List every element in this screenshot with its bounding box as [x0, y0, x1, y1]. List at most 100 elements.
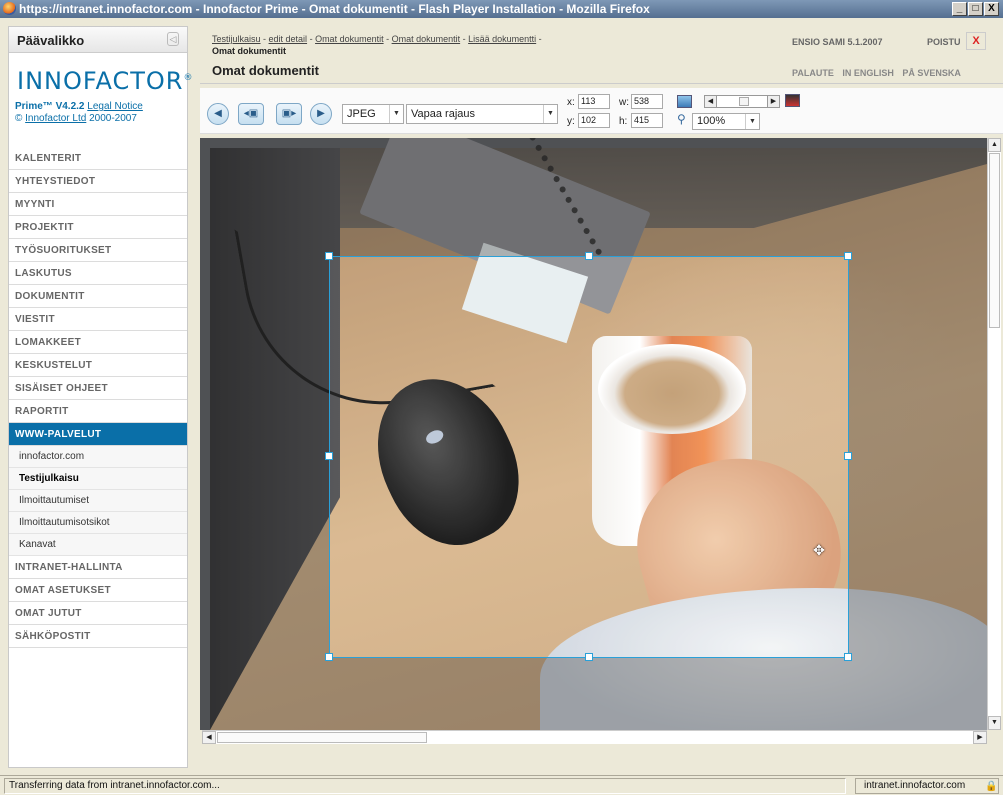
- format-value: JPEG: [347, 108, 376, 120]
- format-select[interactable]: JPEG ▼: [342, 104, 404, 124]
- status-host: intranet.innofactor.com 🔒: [855, 778, 999, 794]
- status-host-text: intranet.innofactor.com: [864, 780, 966, 791]
- photo-image: ✥: [210, 138, 987, 730]
- breadcrumb-edit-detail[interactable]: edit detail: [269, 34, 308, 44]
- menu-item-projektit[interactable]: PROJEKTIT: [9, 216, 187, 239]
- menu-item-yhteystiedot[interactable]: YHTEYSTIEDOT: [9, 170, 187, 193]
- crop-handle-bottom-left[interactable]: [325, 653, 333, 661]
- crop-mode-select[interactable]: Vapaa rajaus ▼: [406, 104, 558, 124]
- version-info: Prime™ V4.2.2 Legal Notice © Innofactor …: [15, 101, 143, 125]
- menu-item-dokumentit[interactable]: DOKUMENTIT: [9, 285, 187, 308]
- menu-item-omat-jutut[interactable]: OMAT JUTUT: [9, 602, 187, 625]
- save-previous-icon[interactable]: ◂▣: [238, 103, 264, 125]
- scroll-left-icon[interactable]: ◀: [202, 731, 216, 744]
- image-large-icon[interactable]: [785, 94, 800, 107]
- chevron-down-icon: ▼: [389, 105, 403, 123]
- menu-item-kalenterit[interactable]: KALENTERIT: [9, 147, 187, 170]
- breadcrumb-omat-dokumentit-1[interactable]: Omat dokumentit: [315, 34, 384, 44]
- scroll-up-icon[interactable]: ▲: [988, 138, 1001, 152]
- zoom-value: 100%: [697, 115, 726, 127]
- move-cursor-icon: ✥: [813, 542, 825, 558]
- zoom-slider[interactable]: ◀ ▶: [704, 95, 780, 108]
- submenu-item-ilmoittautumiset[interactable]: Ilmoittautumiset: [9, 490, 187, 512]
- version-label: Prime™ V4.2.2: [15, 101, 85, 112]
- main-menu-title: Päävalikko: [17, 33, 85, 48]
- menu-item-laskutus[interactable]: LASKUTUS: [9, 262, 187, 285]
- zoom-select[interactable]: 100% ▼: [692, 113, 760, 130]
- status-bar: Transferring data from intranet.innofact…: [0, 775, 1003, 795]
- w-label: w:: [619, 97, 629, 108]
- crop-handle-top-left[interactable]: [325, 252, 333, 260]
- crop-handle-top[interactable]: [585, 252, 593, 260]
- menu-item-myynti[interactable]: MYYNTI: [9, 193, 187, 216]
- swedish-link[interactable]: PÅ SVENSKA: [902, 68, 961, 78]
- vertical-scrollbar[interactable]: ▲ ▼: [987, 138, 1001, 730]
- page-subtitle: Omat dokumentit: [212, 46, 287, 56]
- x-field[interactable]: 113: [578, 94, 610, 109]
- submenu-item-kanavat[interactable]: Kanavat: [9, 534, 187, 556]
- image-canvas[interactable]: ✥: [200, 138, 987, 730]
- slider-right-arrow[interactable]: ▶: [767, 96, 779, 107]
- crop-frame[interactable]: [325, 252, 852, 661]
- crop-handle-left[interactable]: [325, 452, 333, 460]
- scroll-down-icon[interactable]: ▼: [988, 716, 1001, 730]
- h-label: h:: [619, 116, 628, 127]
- crop-handle-top-right[interactable]: [844, 252, 852, 260]
- image-small-icon[interactable]: [677, 95, 692, 108]
- scroll-right-icon[interactable]: ▶: [973, 731, 987, 744]
- horizontal-scrollbar[interactable]: ◀ ▶: [202, 730, 987, 744]
- lock-icon: 🔒: [985, 781, 998, 792]
- breadcrumb-omat-dokumentit-2[interactable]: Omat dokumentit: [392, 34, 461, 44]
- logout-close-icon[interactable]: X: [966, 32, 986, 50]
- menu-item-www-palvelut[interactable]: WWW-PALVELUT: [9, 423, 187, 446]
- breadcrumb-lisaa-dokumentti[interactable]: Lisää dokumentti: [468, 34, 536, 44]
- crop-handle-right[interactable]: [844, 452, 852, 460]
- maximize-button[interactable]: □: [968, 2, 983, 16]
- h-field[interactable]: 415: [631, 113, 663, 128]
- menu-item-intranet-hallinta[interactable]: INTRANET-HALLINTA: [9, 556, 187, 579]
- minimize-button[interactable]: _: [952, 2, 967, 16]
- english-link[interactable]: IN ENGLISH: [842, 68, 894, 78]
- status-message: Transferring data from intranet.innofact…: [4, 778, 846, 794]
- menu-item-omat-asetukset[interactable]: OMAT ASETUKSET: [9, 579, 187, 602]
- y-field[interactable]: 102: [578, 113, 610, 128]
- zoom-icon: ⚲: [677, 112, 686, 126]
- menu-item-viestit[interactable]: VIESTIT: [9, 308, 187, 331]
- copyright-years: 2000-2007: [89, 113, 137, 124]
- crop-handle-bottom[interactable]: [585, 653, 593, 661]
- slider-thumb[interactable]: [739, 97, 749, 106]
- submenu-item-testijulkaisu[interactable]: Testijulkaisu: [9, 468, 187, 490]
- submenu-item-innofactor-com[interactable]: innofactor.com: [9, 446, 187, 468]
- logout-link[interactable]: POISTU: [927, 37, 961, 47]
- horizontal-scroll-thumb[interactable]: [217, 732, 427, 743]
- close-window-button[interactable]: X: [984, 2, 999, 16]
- main-menu-header: Päävalikko ◁: [9, 27, 187, 53]
- company-link[interactable]: Innofactor Ltd: [25, 113, 86, 124]
- header-divider: [200, 83, 1003, 84]
- menu-item-tyosuoritukset[interactable]: TYÖSUORITUKSET: [9, 239, 187, 262]
- menu-item-lomakkeet[interactable]: LOMAKKEET: [9, 331, 187, 354]
- x-label: x:: [567, 97, 575, 108]
- crop-handle-bottom-right[interactable]: [844, 653, 852, 661]
- last-icon[interactable]: ▶: [310, 103, 332, 125]
- feedback-link[interactable]: PALAUTE: [792, 68, 834, 78]
- menu-item-sahkopostit[interactable]: SÄHKÖPOSTIT: [9, 625, 187, 648]
- breadcrumb-testijulkaisu[interactable]: Testijulkaisu: [212, 34, 261, 44]
- window-title-bar: https://intranet.innofactor.com - Innofa…: [0, 0, 1003, 18]
- main-menu: KALENTERIT YHTEYSTIEDOT MYYNTI PROJEKTIT…: [9, 147, 187, 648]
- menu-item-raportit[interactable]: RAPORTIT: [9, 400, 187, 423]
- save-next-icon[interactable]: ▣▸: [276, 103, 302, 125]
- legal-notice-link[interactable]: Legal Notice: [87, 101, 143, 112]
- w-field[interactable]: 538: [631, 94, 663, 109]
- vertical-scroll-thumb[interactable]: [989, 153, 1000, 328]
- innofactor-logo: INNOFACTOR®: [17, 67, 194, 95]
- menu-item-keskustelut[interactable]: KESKUSTELUT: [9, 354, 187, 377]
- menu-item-sisaiset-ohjeet[interactable]: SISÄISET OHJEET: [9, 377, 187, 400]
- window-title: https://intranet.innofactor.com - Innofa…: [19, 2, 650, 16]
- firefox-icon: [3, 2, 16, 15]
- copyright-symbol: ©: [15, 113, 23, 124]
- submenu-item-ilmoittautumisotsikot[interactable]: Ilmoittautumisotsikot: [9, 512, 187, 534]
- first-icon[interactable]: ◀: [207, 103, 229, 125]
- collapse-panel-button[interactable]: ◁: [167, 32, 179, 46]
- slider-left-arrow[interactable]: ◀: [705, 96, 717, 107]
